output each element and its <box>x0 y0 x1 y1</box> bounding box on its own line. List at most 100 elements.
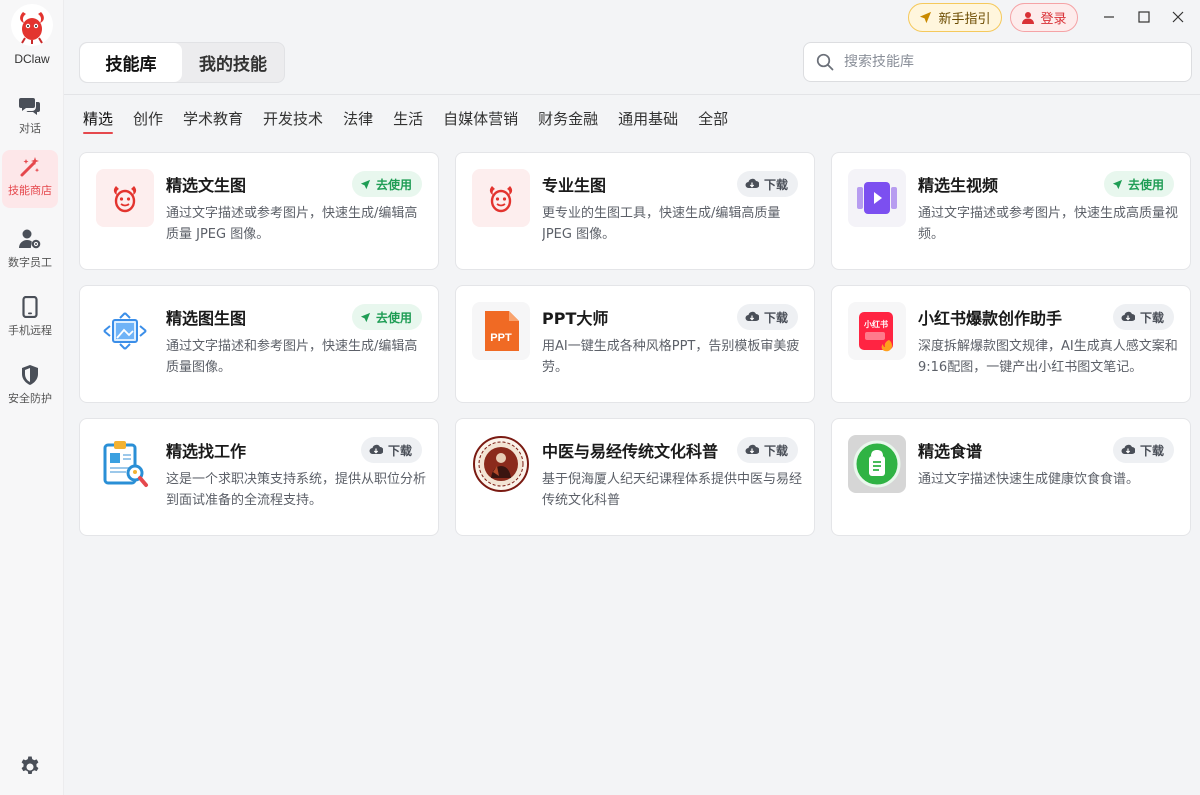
send-arrow-icon <box>360 312 371 322</box>
skill-title: 精选文生图 <box>166 176 247 195</box>
download-button[interactable]: 下载 <box>360 437 422 463</box>
minimize-button[interactable] <box>1098 6 1120 28</box>
guide-label: 新手指引 <box>938 12 991 27</box>
skill-card[interactable]: 小红书 小红书爆款创作助手 下载 深度拆解爆款图文规律，AI生成真人感文案和9:… <box>831 285 1191 403</box>
category-featured[interactable]: 精选 <box>83 108 114 134</box>
cloud-download-icon <box>1121 444 1135 454</box>
action-label: 下载 <box>763 443 788 458</box>
category-academic[interactable]: 学术教育 <box>183 108 243 132</box>
maximize-icon <box>1138 11 1150 23</box>
cloud-download-icon <box>745 311 759 321</box>
skill-title: 精选图生图 <box>166 309 247 328</box>
skill-title: PPT大师 <box>542 309 609 328</box>
sidebar-item-digital-staff[interactable]: 数字员工 <box>2 222 58 280</box>
skill-description: 通过文字描述或参考图片，快速生成高质量视频。 <box>918 206 1179 242</box>
app-logo[interactable]: DClaw <box>0 4 64 66</box>
tab-my-skills[interactable]: 我的技能 <box>182 43 284 82</box>
action-label: 去使用 <box>375 310 412 325</box>
skill-card[interactable]: 精选食谱 下载 通过文字描述快速生成健康饮食食谱。 <box>831 418 1191 536</box>
download-button[interactable]: 下载 <box>1112 304 1174 330</box>
guide-button[interactable]: 新手指引 <box>908 3 1002 32</box>
category-bar: 精选 创作 学术教育 开发技术 法律 生活 自媒体营销 财务金融 通用基础 全部 <box>83 108 748 134</box>
download-button[interactable]: 下载 <box>736 437 798 463</box>
skill-card[interactable]: 精选图生图 去使用 通过文字描述和参考图片，快速生成/编辑高质量图像。 <box>79 285 439 403</box>
sidebar: DClaw 对话 技能商店 数字员工 手机远程 安全防护 <box>0 0 64 795</box>
sidebar-item-label: 数字员工 <box>8 256 52 269</box>
category-life[interactable]: 生活 <box>393 108 423 132</box>
sidebar-item-label: 手机远程 <box>8 324 52 337</box>
skill-title: 精选生视频 <box>918 176 999 195</box>
maximize-button[interactable] <box>1133 6 1155 28</box>
action-label: 下载 <box>763 310 788 325</box>
xiaohongshu-icon-text: 小红书 <box>863 319 888 329</box>
skill-title: 精选食谱 <box>918 442 983 461</box>
search-icon <box>816 53 834 71</box>
category-general[interactable]: 通用基础 <box>618 108 678 132</box>
skill-description: 用AI一键生成各种风格PPT，告别模板审美疲劳。 <box>542 339 800 375</box>
ppt-icon-text: PPT <box>490 332 512 344</box>
skill-card[interactable]: PPT PPT大师 下载 用AI一键生成各种风格PPT，告别模板审美疲劳。 <box>455 285 815 403</box>
use-button[interactable]: 去使用 <box>351 171 422 197</box>
action-label: 下载 <box>1139 310 1164 325</box>
skill-description: 深度拆解爆款图文规律，AI生成真人感文案和9:16配图，一键产出小红书图文笔记。 <box>918 339 1178 375</box>
category-creation[interactable]: 创作 <box>133 108 163 132</box>
skill-card[interactable]: 中医与易经传统文化科普 下载 基于倪海厦人纪天纪课程体系提供中医与易经传统文化科… <box>455 418 815 536</box>
minimize-icon <box>1104 16 1114 18</box>
lobster-icon <box>96 169 154 227</box>
action-label: 下载 <box>763 177 788 192</box>
app-name: DClaw <box>14 52 50 66</box>
skill-description: 更专业的生图工具，快速生成/编辑高质量 JPEG 图像。 <box>542 206 781 242</box>
cloud-download-icon <box>369 444 383 454</box>
ppt-file-icon: PPT <box>472 302 530 360</box>
use-button[interactable]: 去使用 <box>351 304 422 330</box>
category-finance[interactable]: 财务金融 <box>538 108 598 132</box>
close-button[interactable] <box>1167 6 1189 28</box>
action-label: 下载 <box>387 443 412 458</box>
skill-title: 中医与易经传统文化科普 <box>542 442 719 461</box>
sidebar-item-skill-store[interactable]: 技能商店 <box>2 150 58 208</box>
chat-icon <box>19 98 40 115</box>
close-icon <box>1172 11 1184 23</box>
use-button[interactable]: 去使用 <box>1103 171 1174 197</box>
skill-card[interactable]: 精选生视频 去使用 通过文字描述或参考图片，快速生成高质量视频。 <box>831 152 1191 270</box>
send-arrow-icon <box>1112 179 1123 189</box>
sidebar-item-security[interactable]: 安全防护 <box>2 358 58 416</box>
category-law[interactable]: 法律 <box>343 108 373 132</box>
category-dev[interactable]: 开发技术 <box>263 108 323 132</box>
sidebar-item-phone-remote[interactable]: 手机远程 <box>2 290 58 348</box>
resume-search-icon <box>96 435 154 493</box>
skill-card[interactable]: 精选找工作 下载 这是一个求职决策支持系统，提供从职位分析到面试准备的全流程支持… <box>79 418 439 536</box>
user-gear-icon <box>19 229 41 249</box>
category-social-marketing[interactable]: 自媒体营销 <box>443 108 518 132</box>
settings-gear-icon[interactable] <box>18 755 42 779</box>
category-all[interactable]: 全部 <box>698 108 728 132</box>
shield-icon <box>22 365 38 385</box>
skill-title: 专业生图 <box>542 176 607 195</box>
sidebar-item-label: 对话 <box>19 122 41 135</box>
sidebar-item-chat[interactable]: 对话 <box>2 88 58 146</box>
library-tabs: 技能库 我的技能 <box>79 42 285 83</box>
tab-skill-library[interactable]: 技能库 <box>80 43 182 82</box>
download-button[interactable]: 下载 <box>1112 437 1174 463</box>
search-input[interactable] <box>844 54 1174 70</box>
login-button[interactable]: 登录 <box>1010 3 1078 32</box>
skill-description: 通过文字描述和参考图片，快速生成/编辑高质量图像。 <box>166 339 418 375</box>
skill-card[interactable]: 专业生图 下载 更专业的生图工具，快速生成/编辑高质量 JPEG 图像。 <box>455 152 815 270</box>
lobster-logo-icon <box>11 4 53 46</box>
send-arrow-icon <box>360 179 371 189</box>
skill-description: 通过文字描述或参考图片，快速生成/编辑高质量 JPEG 图像。 <box>166 206 418 242</box>
skill-card[interactable]: 精选文生图 去使用 通过文字描述或参考图片，快速生成/编辑高质量 JPEG 图像… <box>79 152 439 270</box>
search-box[interactable] <box>803 42 1192 82</box>
action-label: 去使用 <box>1127 177 1164 192</box>
recipe-icon <box>848 435 906 493</box>
lobster-icon <box>472 169 530 227</box>
download-button[interactable]: 下载 <box>736 304 798 330</box>
download-button[interactable]: 下载 <box>736 171 798 197</box>
xiaohongshu-icon: 小红书 <box>848 302 906 360</box>
sidebar-item-label: 技能商店 <box>8 184 52 197</box>
login-label: 登录 <box>1040 12 1067 27</box>
phone-icon <box>22 296 38 318</box>
skill-title: 精选找工作 <box>166 442 247 461</box>
skill-description: 基于倪海厦人纪天纪课程体系提供中医与易经传统文化科普 <box>542 472 803 508</box>
header-divider <box>64 94 1200 95</box>
